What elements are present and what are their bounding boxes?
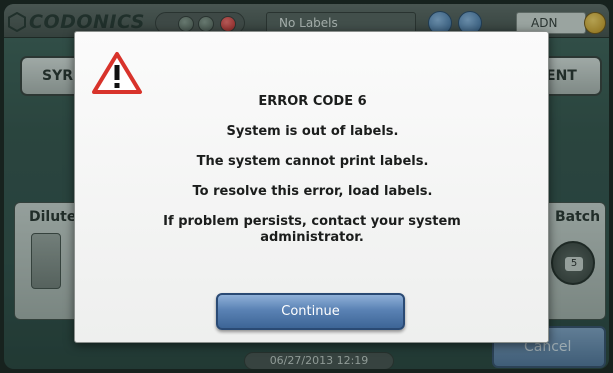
error-dialog: ERROR CODE 6 System is out of labels. Th…: [74, 31, 549, 343]
error-line-2: The system cannot print labels.: [196, 154, 429, 169]
error-code: ERROR CODE 6: [258, 94, 367, 109]
error-line-4: If problem persists, contact your system…: [163, 214, 461, 245]
warning-triangle-icon: [92, 52, 142, 94]
error-line-3: To resolve this error, load labels.: [192, 184, 433, 199]
continue-button[interactable]: Continue: [216, 293, 405, 330]
error-line-1: System is out of labels.: [226, 124, 399, 139]
